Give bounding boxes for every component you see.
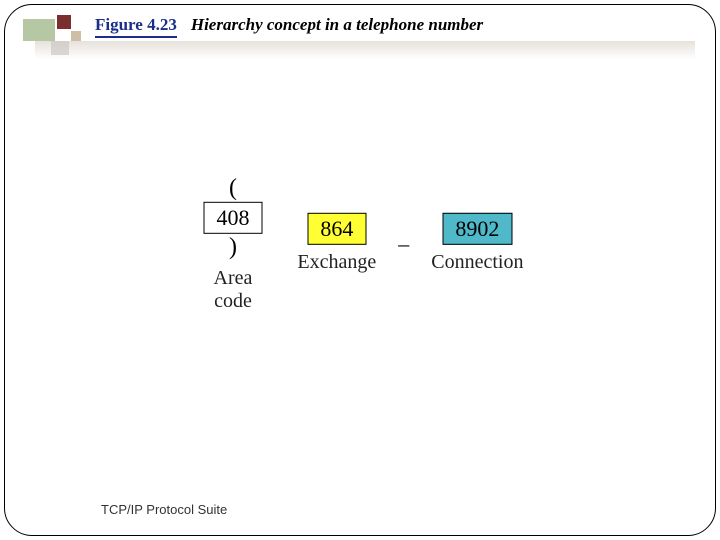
decor-square	[57, 15, 71, 29]
decor-square	[71, 31, 81, 41]
decor-square	[23, 19, 55, 41]
area-code-box-wrap: ( 408 )	[197, 174, 270, 260]
area-code-box: 408	[203, 201, 262, 233]
title-shadow	[35, 41, 695, 59]
slide-frame: Figure 4.23 Hierarchy concept in a telep…	[4, 4, 716, 536]
connection-label: Connection	[431, 251, 523, 274]
phone-parts-row: ( 408 ) Area code 864 Exchange – 8902 Co…	[183, 174, 538, 312]
exchange-label: Exchange	[297, 251, 376, 274]
figure-number: Figure 4.23	[95, 15, 177, 38]
figure-caption: Hierarchy concept in a telephone number	[191, 15, 483, 35]
exchange-group: 864 Exchange	[297, 213, 376, 274]
connection-box: 8902	[442, 213, 512, 245]
figure-title: Figure 4.23 Hierarchy concept in a telep…	[95, 15, 695, 38]
open-paren: (	[223, 174, 243, 200]
area-code-label: Area code	[197, 267, 270, 313]
connection-group: 8902 Connection	[431, 213, 523, 274]
phone-number-diagram: ( 408 ) Area code 864 Exchange – 8902 Co…	[183, 174, 538, 312]
corner-decoration	[23, 15, 83, 75]
separator-dash: –	[390, 230, 417, 256]
footer-text: TCP/IP Protocol Suite	[101, 502, 227, 517]
exchange-box: 864	[307, 213, 366, 245]
area-code-group: ( 408 ) Area code	[197, 174, 270, 312]
close-paren: )	[223, 234, 243, 260]
decor-square	[51, 41, 69, 55]
